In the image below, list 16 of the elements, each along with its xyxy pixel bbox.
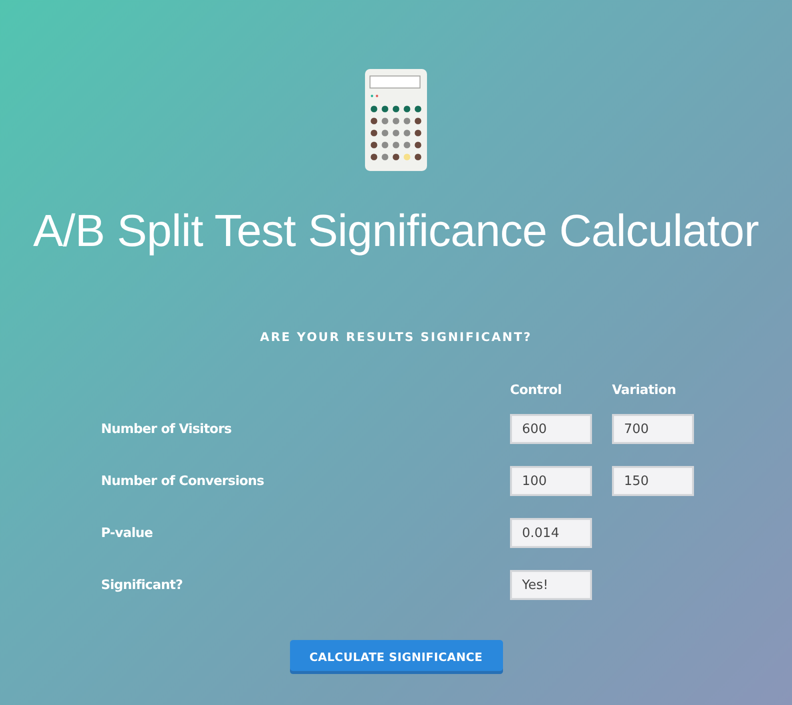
section-heading: ARE YOUR RESULTS SIGNIFICANT? [260, 329, 532, 345]
input-field[interactable]: 700 [612, 414, 694, 444]
input-field[interactable]: 100 [510, 466, 592, 496]
column-heading: Control [510, 383, 563, 398]
calculate-button[interactable]: CALCULATE SIGNIFICANCE [290, 640, 502, 674]
input-field[interactable]: 0.014 [510, 518, 592, 548]
input-field[interactable]: 600 [510, 414, 592, 444]
row-label: Significant? [101, 578, 184, 592]
calculator-icon [365, 69, 427, 171]
input-field[interactable]: 150 [612, 466, 694, 496]
row-label: P-value [101, 526, 154, 540]
page-title: A/B Split Test Significance Calculator [33, 204, 759, 258]
row-label: Number of Visitors [101, 422, 232, 436]
input-field[interactable]: Yes! [510, 570, 592, 600]
row-label: Number of Conversions [101, 474, 265, 488]
column-heading: Variation [612, 383, 677, 398]
